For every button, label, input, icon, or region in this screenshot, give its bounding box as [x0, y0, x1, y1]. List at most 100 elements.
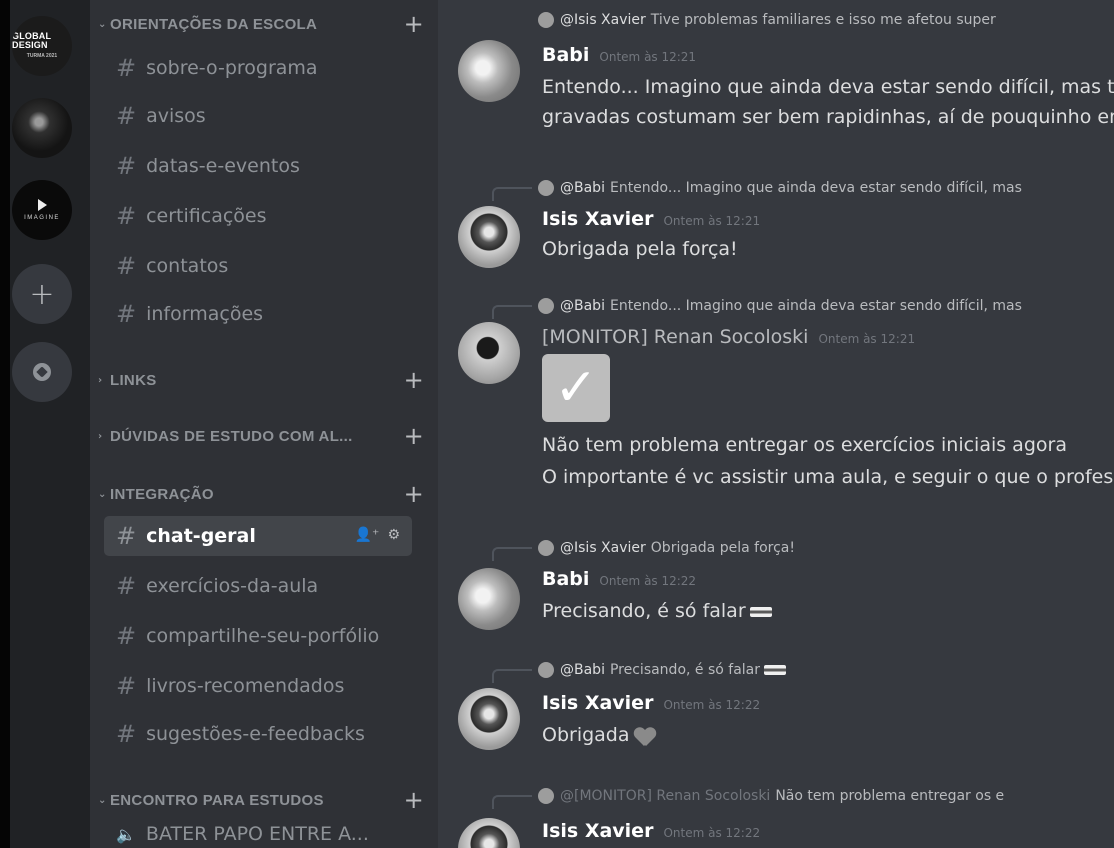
reply-avatar [538, 662, 554, 678]
rail-edge [0, 0, 10, 848]
channel-compartilhe-seu-porfolio[interactable]: # compartilhe-seu-porfólio [104, 616, 412, 656]
channel-sugestoes-e-feedbacks[interactable]: # sugestões-e-feedbacks [104, 714, 412, 754]
message-header: Babi Ontem às 12:21 [542, 44, 696, 66]
channel-label: sobre-o-programa [146, 57, 318, 79]
author-name[interactable]: [MONITOR] Renan Socoloski [542, 326, 808, 348]
server-photo[interactable] [12, 98, 72, 158]
avatar[interactable] [458, 688, 520, 750]
message-header: Babi Ontem às 12:22 [542, 568, 696, 590]
channel-informacoes[interactable]: # informações [104, 294, 412, 334]
author-name[interactable]: Isis Xavier [542, 820, 653, 842]
message-line: Precisando, é só falar [542, 600, 772, 622]
channel-sobre-o-programa[interactable]: # sobre-o-programa [104, 48, 412, 88]
message-header: Isis Xavier Ontem às 12:22 [542, 820, 760, 842]
hash-icon: # [116, 152, 137, 180]
hash-icon: # [116, 102, 137, 130]
reply-preview[interactable]: @Isis Xavier Tive problemas familiares e… [538, 10, 1114, 30]
author-name[interactable]: Babi [542, 568, 589, 590]
server-global-design[interactable]: GLOBAL DESIGN TURMA 2021 [12, 16, 72, 76]
avatar[interactable] [458, 322, 520, 384]
timestamp: Ontem às 12:22 [663, 826, 761, 840]
message-line: O importante é vc assistir uma aula, e s… [542, 466, 1114, 488]
channel-avisos[interactable]: # avisos [104, 96, 412, 136]
category-duvidas[interactable]: › DÚVIDAS DE ESTUDO COM AL... + [98, 422, 424, 450]
avatar[interactable] [458, 568, 520, 630]
voice-channel-bater-papo[interactable]: 🔈 BATER PAPO ENTRE A... [104, 814, 412, 848]
speaker-icon: 🔈 [116, 824, 136, 844]
category-integracao[interactable]: ⌄ INTEGRAÇÃO + [98, 480, 424, 508]
hash-icon: # [116, 202, 137, 230]
server-imagine[interactable]: IMAGINE [12, 180, 72, 240]
explore-servers-button[interactable] [12, 342, 72, 402]
reply-avatar [538, 180, 554, 196]
check-emoji: ✓ [542, 354, 610, 422]
channel-label: BATER PAPO ENTRE A... [145, 823, 369, 845]
chevron-right-icon: › [98, 430, 103, 442]
avatar[interactable] [458, 206, 520, 268]
channel-contatos[interactable]: # contatos [104, 246, 412, 286]
reply-mention: @Babi [560, 298, 605, 314]
message-header: Isis Xavier Ontem às 12:22 [542, 692, 760, 714]
add-channel-icon[interactable]: + [404, 422, 424, 450]
message-line: Obrigada [542, 724, 656, 746]
reply-connector [492, 305, 532, 319]
channel-label: chat-geral [146, 525, 256, 547]
reply-avatar [538, 788, 554, 804]
category-orientacoes[interactable]: ⌄ ORIENTAÇÕES DA ESCOLA + [98, 10, 424, 38]
reply-text: Obrigada pela força! [650, 540, 795, 556]
chevron-down-icon: ⌄ [98, 488, 107, 500]
channel-chat-geral[interactable]: # chat-geral 👤⁺ ⚙ [104, 516, 412, 556]
reply-connector [492, 187, 532, 201]
channel-label: sugestões-e-feedbacks [146, 723, 365, 745]
avatar[interactable] [458, 818, 520, 848]
category-label: INTEGRAÇÃO [110, 485, 214, 503]
channel-label: livros-recomendados [146, 675, 345, 697]
hash-icon: # [116, 54, 137, 82]
flag-emoji [764, 665, 787, 675]
add-channel-icon[interactable]: + [404, 480, 424, 508]
message-line: gravadas costumam ser bem rapidinhas, aí… [542, 106, 1114, 128]
server-global-design-name: GLOBAL DESIGN [12, 30, 52, 50]
channel-certificacoes[interactable]: # certificações [104, 196, 412, 236]
add-member-icon[interactable]: 👤⁺ [355, 527, 380, 543]
category-label: ENCONTRO PARA ESTUDOS [110, 791, 324, 809]
avatar[interactable] [458, 40, 520, 102]
author-name[interactable]: Isis Xavier [542, 208, 653, 230]
add-channel-icon[interactable]: + [404, 10, 424, 38]
reply-avatar [538, 298, 554, 314]
channel-datas-e-eventos[interactable]: # datas-e-eventos [104, 146, 412, 186]
plus-icon: + [29, 276, 55, 312]
reply-text: Tive problemas familiares e isso me afet… [650, 12, 996, 28]
channel-label: exercícios-da-aula [146, 575, 319, 597]
category-label: LINKS [110, 371, 157, 389]
message-line: Não tem problema entregar os exercícios … [542, 434, 1067, 456]
reply-mention: @[MONITOR] Renan Socoloski [560, 788, 771, 804]
author-name[interactable]: Babi [542, 44, 589, 66]
server-rail: GLOBAL DESIGN TURMA 2021 IMAGINE + [0, 0, 90, 848]
reply-preview[interactable]: @[MONITOR] Renan Socoloski Não tem probl… [492, 786, 1114, 809]
author-name[interactable]: Isis Xavier [542, 692, 653, 714]
reply-preview[interactable]: @Babi Precisando, é só falar [492, 660, 1114, 683]
add-channel-icon[interactable]: + [404, 786, 424, 814]
chevron-down-icon: ⌄ [98, 794, 107, 806]
timestamp: Ontem às 12:21 [663, 214, 761, 228]
add-server-button[interactable]: + [12, 264, 72, 324]
add-channel-icon[interactable]: + [404, 366, 424, 394]
reply-preview[interactable]: @Babi Entendo... Imagino que ainda deva … [492, 296, 1114, 319]
compass-icon [33, 363, 51, 381]
hash-icon: # [116, 720, 137, 748]
reply-preview[interactable]: @Isis Xavier Obrigada pela força! [492, 538, 1114, 561]
hash-icon: # [116, 672, 137, 700]
message-header: Isis Xavier Ontem às 12:21 [542, 208, 760, 230]
gear-icon[interactable]: ⚙ [387, 527, 400, 543]
category-encontro[interactable]: ⌄ ENCONTRO PARA ESTUDOS + [98, 786, 424, 814]
message-line: Obrigada pela força! [542, 238, 738, 260]
channel-exercicios-da-aula[interactable]: # exercícios-da-aula [104, 566, 412, 606]
category-label: ORIENTAÇÕES DA ESCOLA [110, 15, 318, 33]
channel-livros-recomendados[interactable]: # livros-recomendados [104, 666, 412, 706]
reply-preview[interactable]: @Babi Entendo... Imagino que ainda deva … [492, 178, 1114, 201]
channel-label: informações [146, 303, 264, 325]
reply-mention: @Babi [560, 662, 605, 678]
category-links[interactable]: › LINKS + [98, 366, 424, 394]
server-imagine-name: IMAGINE [24, 215, 60, 221]
